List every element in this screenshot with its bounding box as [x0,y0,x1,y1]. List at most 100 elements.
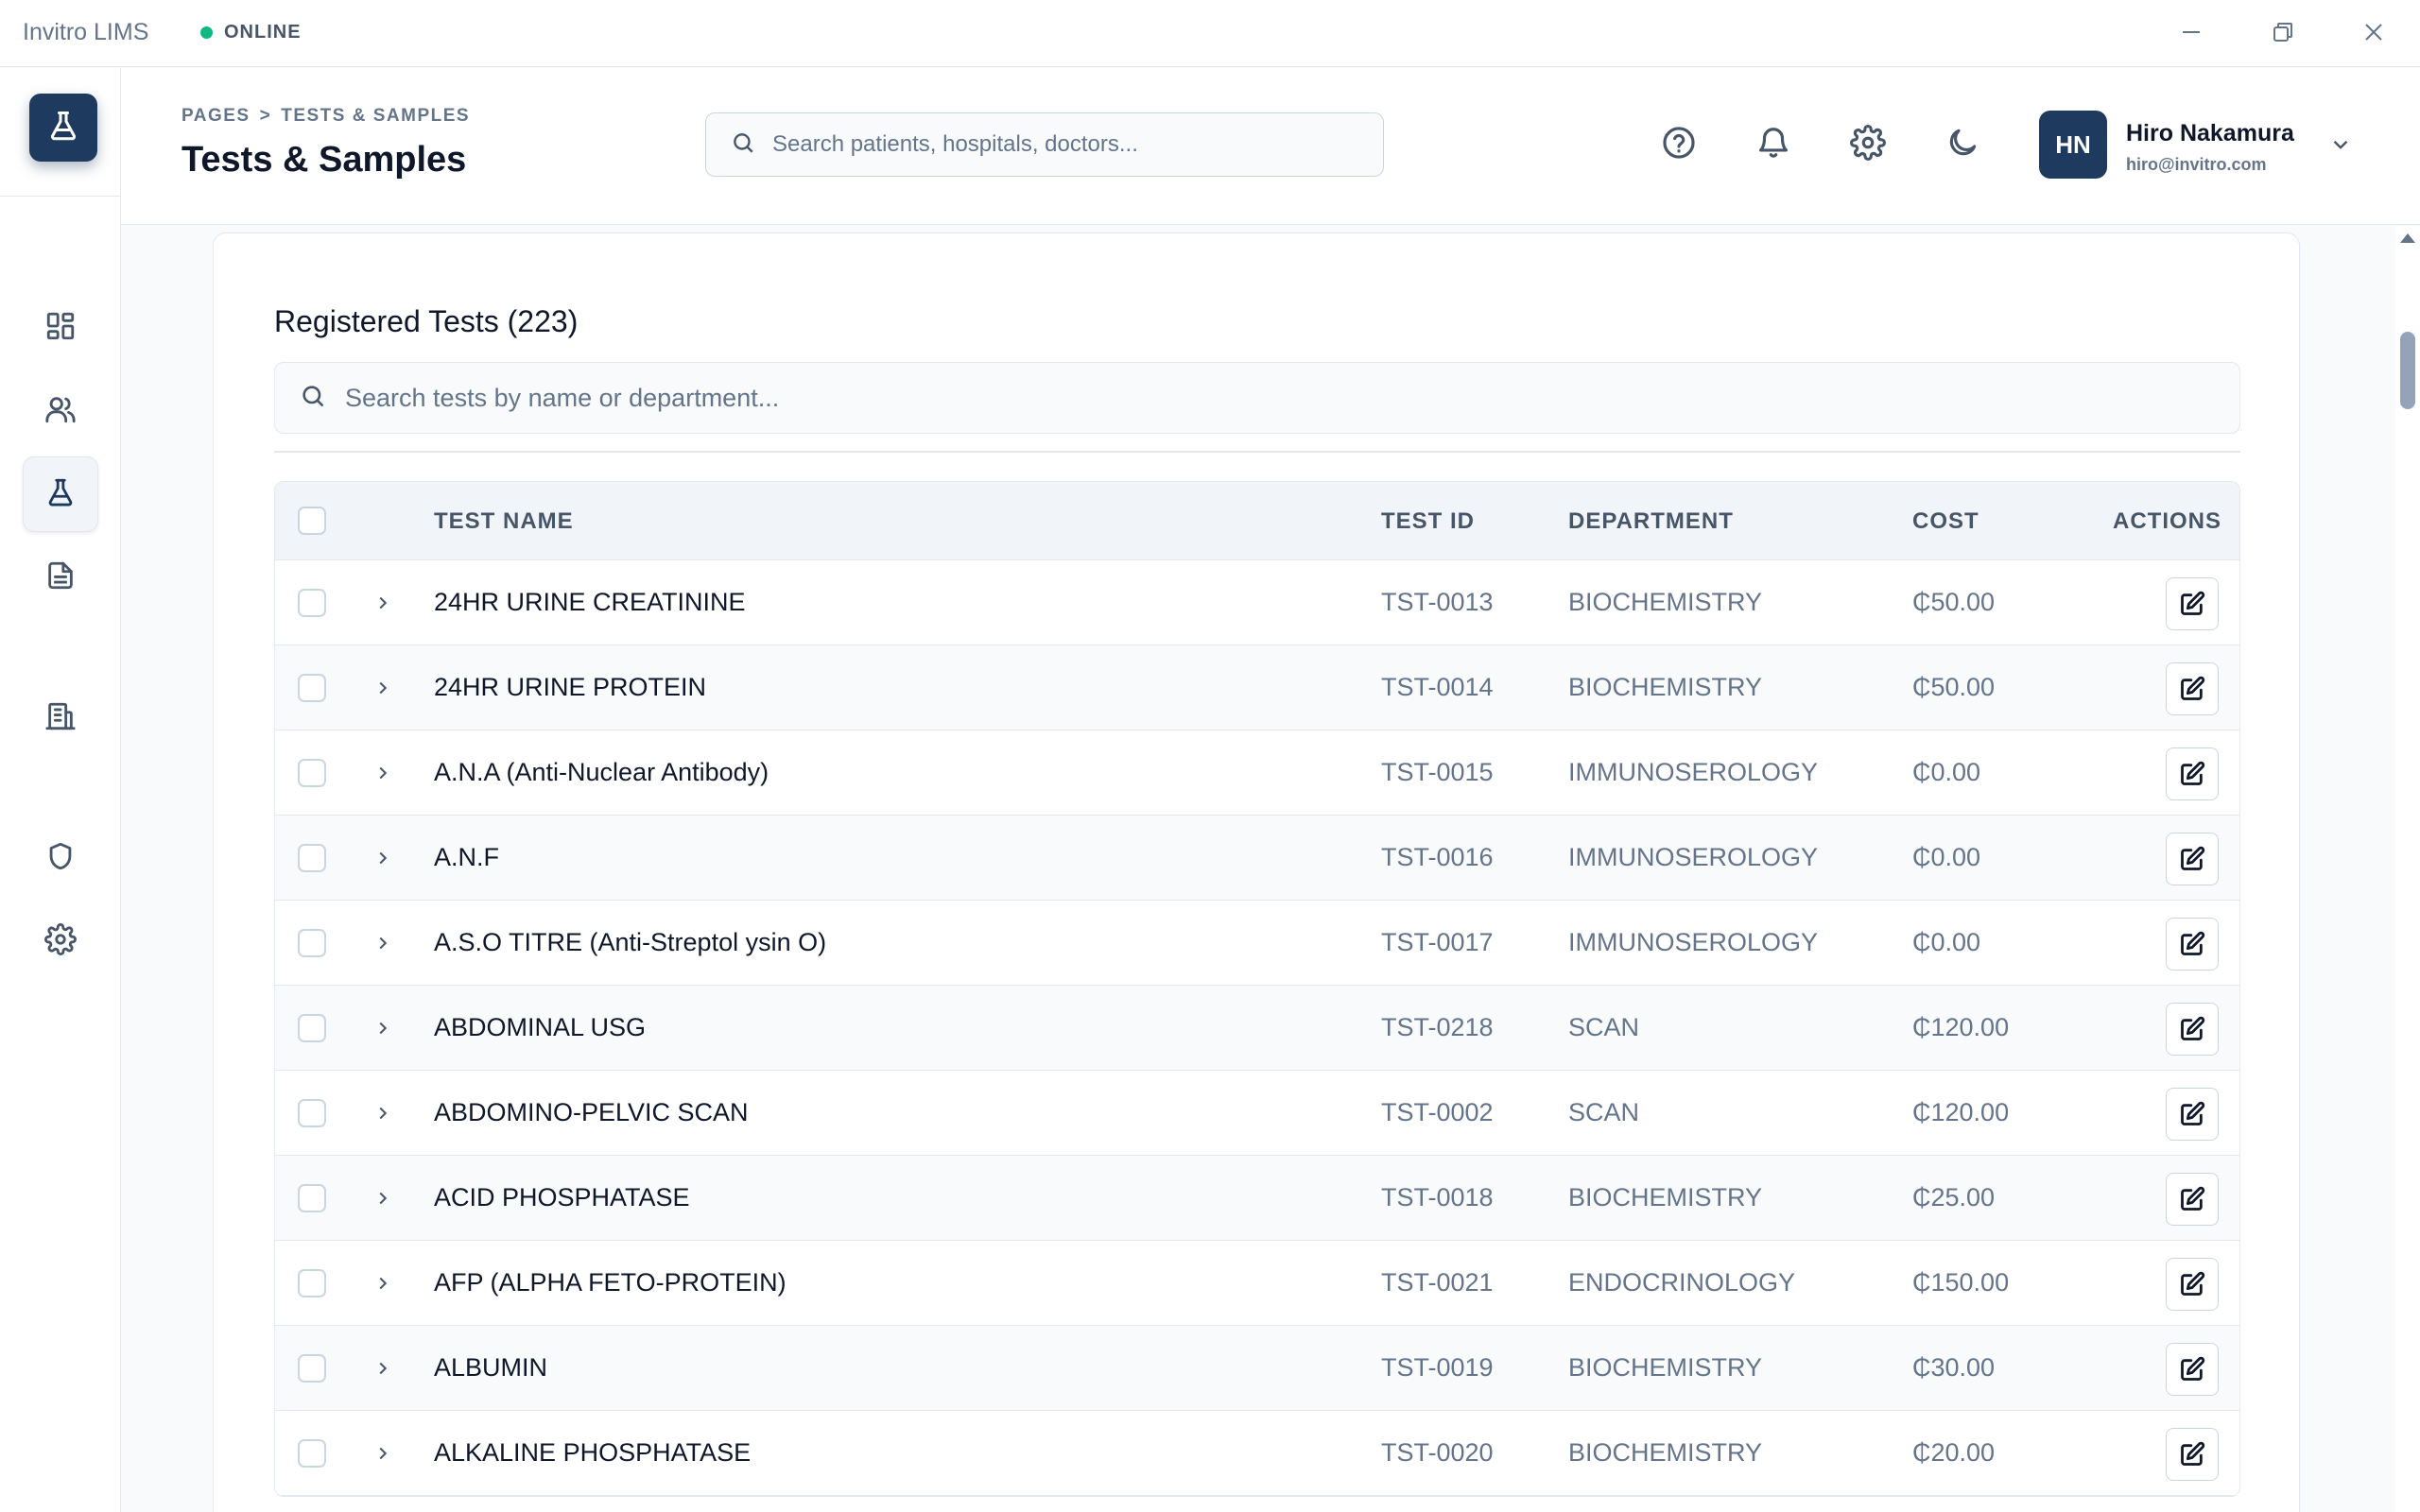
edit-icon [2181,1186,2205,1211]
row-checkbox[interactable] [298,674,326,702]
column-header-department[interactable]: DEPARTMENT [1568,508,1734,535]
table-row[interactable]: ACID PHOSPHATASE TST-0018 BIOCHEMISTRY ₵25.… [275,1156,2239,1241]
test-id-cell: TST-0002 [1381,1098,1494,1126]
expand-row-button[interactable] [370,590,396,616]
table-row[interactable]: ALBUMIN TST-0019 BIOCHEMISTRY ₵30.00 [275,1326,2239,1411]
test-name-cell: A.S.O TITRE (Anti-Streptol ysin O) [434,928,827,956]
edit-button[interactable] [2166,1173,2219,1226]
sidebar-item-security[interactable] [23,820,98,896]
edit-button[interactable] [2166,577,2219,630]
row-checkbox[interactable] [298,1354,326,1383]
cost-cell: ₵30.00 [1912,1353,1996,1382]
row-checkbox[interactable] [298,844,326,872]
window-titlebar: Invitro LIMS ONLINE [0,0,2420,67]
row-checkbox[interactable] [298,1099,326,1127]
theme-toggle-button[interactable] [1941,123,1984,166]
row-checkbox[interactable] [298,929,326,957]
help-button[interactable] [1657,123,1701,166]
test-name-cell: ALBUMIN [434,1353,548,1382]
notifications-button[interactable] [1752,123,1795,166]
chevron-right-icon [379,936,388,950]
table-row[interactable]: ALKALINE PHOSPHATASE TST-0020 BIOCHEMISTRY… [275,1411,2239,1496]
expand-row-button[interactable] [370,675,396,701]
sidebar-item-settings[interactable] [23,903,98,979]
edit-button[interactable] [2166,747,2219,800]
settings-button[interactable] [1846,123,1890,166]
table-row[interactable]: 24HR URINE PROTEIN TST-0014 BIOCHEMISTRY ₵5… [275,645,2239,730]
test-name-cell: A.N.F [434,843,500,871]
column-header-actions: ACTIONS [2113,508,2221,534]
table-row[interactable]: A.S.O TITRE (Anti-Streptol ysin O) TST-00… [275,901,2239,986]
edit-button[interactable] [2166,1428,2219,1481]
expand-row-button[interactable] [370,1185,396,1211]
table-row[interactable]: A.N.F TST-0016 IMMUNOSEROLOGY ₵0.00 [275,816,2239,901]
row-checkbox[interactable] [298,1439,326,1468]
table-row[interactable]: AFP (ALPHA FETO-PROTEIN) TST-0021 ENDOCRIN… [275,1241,2239,1326]
table-row[interactable]: ABDOMINO-PELVIC SCAN TST-0002 SCAN ₵120.00 [275,1071,2239,1156]
table-search[interactable] [274,362,2240,434]
table-row[interactable]: ABDOMINAL USG TST-0218 SCAN ₵120.00 [275,986,2239,1071]
expand-row-button[interactable] [370,760,396,786]
test-id-cell: TST-0018 [1381,1183,1494,1211]
page-header: PAGES > TESTS & SAMPLES Tests & Samples … [121,68,2420,225]
avatar[interactable]: HN [2039,111,2107,179]
column-header-test-name[interactable]: TEST NAME [434,508,574,535]
chevron-right-icon [379,851,388,865]
expand-row-button[interactable] [370,845,396,871]
expand-row-button[interactable] [370,1440,396,1467]
row-checkbox[interactable] [298,1184,326,1212]
row-checkbox[interactable] [298,1014,326,1042]
document-icon [44,559,77,596]
user-menu-toggle[interactable] [2328,132,2353,162]
sidebar-item-patients[interactable] [23,373,98,449]
scroll-thumb[interactable] [2400,332,2415,409]
edit-icon [2181,1441,2205,1466]
edit-button[interactable] [2166,918,2219,971]
expand-row-button[interactable] [370,1100,396,1126]
row-checkbox[interactable] [298,589,326,617]
test-name-cell: ABDOMINO-PELVIC SCAN [434,1098,749,1126]
user-name[interactable]: Hiro Nakamura [2126,120,2294,147]
table-row[interactable]: A.N.A (Anti-Nuclear Antibody) TST-0015 IMM… [275,730,2239,816]
page-scrollbar[interactable] [2395,226,2420,1512]
global-search-input[interactable] [772,131,1340,158]
expand-row-button[interactable] [370,1270,396,1297]
expand-row-button[interactable] [370,1015,396,1041]
sidebar-item-dashboard[interactable] [23,290,98,366]
close-button[interactable] [2353,13,2394,55]
minimize-button[interactable] [2170,13,2212,55]
column-header-test-id[interactable]: TEST ID [1381,508,1475,535]
edit-icon [2181,846,2205,870]
cost-cell: ₵120.00 [1912,1013,2010,1041]
edit-button[interactable] [2166,1003,2219,1056]
edit-button[interactable] [2166,1343,2219,1396]
row-checkbox[interactable] [298,1269,326,1297]
edit-button[interactable] [2166,1258,2219,1311]
table-body: 24HR URINE CREATININE TST-0013 BIOCHEMISTR… [275,560,2239,1496]
maximize-button[interactable] [2262,13,2304,55]
edit-button[interactable] [2166,833,2219,885]
breadcrumb-item-current: TESTS & SAMPLES [281,106,471,126]
global-search[interactable] [705,112,1384,177]
scroll-up-icon[interactable] [2400,233,2415,243]
test-name-cell: AFP (ALPHA FETO-PROTEIN) [434,1268,786,1297]
test-id-cell: TST-0013 [1381,588,1494,616]
row-checkbox[interactable] [298,759,326,787]
column-header-cost[interactable]: COST [1912,508,1979,535]
table-search-input[interactable] [345,383,2141,413]
expand-row-button[interactable] [370,930,396,956]
chevron-right-icon [379,766,388,780]
sidebar-item-tests[interactable] [23,456,98,532]
cost-cell: ₵0.00 [1912,843,1981,871]
shield-icon [44,840,77,877]
edit-button[interactable] [2166,662,2219,715]
select-all-checkbox[interactable] [298,507,326,535]
sidebar-item-hospitals[interactable] [23,680,98,756]
edit-button[interactable] [2166,1088,2219,1141]
edit-icon [2181,1101,2205,1125]
sidebar-item-reports[interactable] [23,540,98,615]
table-row[interactable]: 24HR URINE CREATININE TST-0013 BIOCHEMISTR… [275,560,2239,645]
app-logo[interactable] [29,94,97,162]
breadcrumb-item-pages[interactable]: PAGES [182,106,251,127]
expand-row-button[interactable] [370,1355,396,1382]
